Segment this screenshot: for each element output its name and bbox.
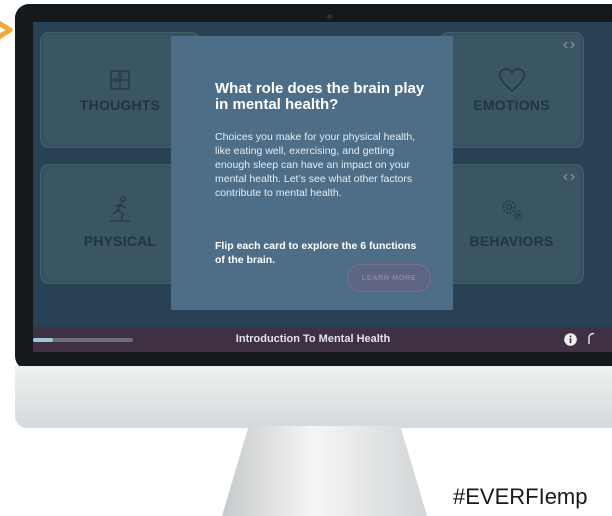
progress-fill xyxy=(33,338,53,342)
webcam xyxy=(327,14,332,19)
modal-title: What role does the brain play in mental … xyxy=(215,80,425,113)
progress-bar xyxy=(33,338,133,342)
audio-icon[interactable] xyxy=(585,332,599,346)
modal-body-text: Choices you make for your physical healt… xyxy=(215,131,416,199)
monitor-chin xyxy=(15,366,612,428)
learn-more-button[interactable]: LEARN MORE xyxy=(347,264,431,292)
course-title: Introduction To Mental Health xyxy=(235,333,391,345)
hashtag-caption: #EVERFIemp xyxy=(453,484,588,509)
monitor-stand xyxy=(222,426,427,516)
accent-chevron-icon xyxy=(0,20,13,40)
info-icon[interactable] xyxy=(564,333,577,346)
bottom-bar: Introduction To Mental Health xyxy=(33,327,612,352)
modal-instruction: Flip each card to explore the 6 function… xyxy=(215,240,417,266)
app-screen: THOUGHTS EMOTIONS PHYSICAL BEHAVIORS Wha… xyxy=(33,22,612,352)
info-modal: What role does the brain play in mental … xyxy=(171,36,453,310)
